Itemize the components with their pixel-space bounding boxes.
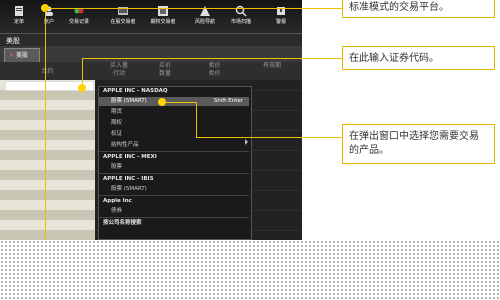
window-title: 美股 [6,37,20,45]
toolbar-options-button[interactable]: 期权交易者 [144,2,182,30]
popup-item[interactable]: 期货 [99,108,249,117]
page-tab[interactable]: ✕ 美股 [4,48,40,63]
column-header-ask[interactable]: 卖价 卖价 [187,62,243,80]
product-selector-popup: APPLE INC - NASDAQ 股票 (SMART) Shift-Ente… [98,86,252,240]
table-row[interactable] [0,220,95,230]
table-row[interactable] [0,100,95,110]
callout-leader-line [82,58,342,59]
table-row[interactable] [0,170,95,180]
column-header-buy[interactable]: 买入量 行动 [95,62,144,80]
toolbar-label: 定单 [13,19,24,25]
table-row[interactable] [0,150,95,160]
trades-icon [74,8,84,14]
table-row[interactable] [0,160,95,170]
toolbar-risk-button[interactable]: 风险导航 [188,2,222,30]
toolbar-label: 在股交易者 [110,19,136,25]
callout-leader-line [82,58,83,84]
popup-separator [99,195,249,196]
toolbar-label: 警报 [275,19,286,25]
table-row[interactable] [0,120,95,130]
column-header-bid[interactable]: 买价 数量 [143,62,188,80]
table-row[interactable] [0,110,95,120]
table-row[interactable] [0,180,95,190]
scanner-icon [235,5,247,17]
popup-separator [99,151,249,152]
toolbar-trades-button[interactable]: 交易记录 [64,2,94,30]
callout-leader-line [196,137,342,138]
popup-group-header: APPLE INC - NASDAQ [103,88,168,94]
callout-leader-line [49,8,342,9]
column-header-expiry[interactable]: 有效期 [242,62,302,80]
table-row[interactable] [0,210,95,220]
table-row[interactable] [0,140,95,150]
toolbar-account-button[interactable]: 账户 [34,2,64,30]
popup-item[interactable]: 结构性产品 [99,141,249,150]
toolbar-order-button[interactable]: 定单 [4,2,34,30]
popup-group-header: APPLE INC - MEXI [103,154,157,160]
table-row[interactable] [0,190,95,200]
callout-leader-line [45,8,46,240]
table-row[interactable] [0,230,95,240]
alert-icon [277,7,285,15]
callout-marker [78,84,86,92]
callout-platform: 标准模式的交易平台。 [342,0,495,18]
contract-list [0,80,95,240]
toolbar-label: 账户 [43,19,54,25]
callout-leader-line [166,102,196,103]
toolbar-trader-button[interactable]: 在股交易者 [104,2,142,30]
close-icon[interactable]: ✕ [9,52,14,59]
options-icon [158,6,168,16]
popup-separator [99,173,249,174]
popup-item[interactable]: 债券 [99,207,249,216]
callout-product-select: 在弹出窗口中选择您需要交易的产品。 [342,124,495,164]
popup-item[interactable]: 期权 [99,119,249,128]
popup-item-shortcut: Shift-Enter [213,98,243,104]
table-row[interactable] [0,130,95,140]
toolbar-label: 市场扫描 [230,19,251,25]
table-row[interactable] [0,200,95,210]
risk-icon [200,6,210,16]
page-tab-label: 美股 [16,52,29,59]
popup-item-label: 股票 (SMART) [111,98,147,104]
popup-group-header: Apple Inc [103,198,132,204]
callout-symbol-entry: 在此输入证券代码。 [342,46,495,70]
callout-marker [158,98,166,106]
popup-item[interactable]: 股票 [99,163,249,172]
toolbar-label: 交易记录 [68,19,89,25]
callout-leader-line [196,102,197,137]
dotted-background [0,240,500,300]
toolbar-scanner-button[interactable]: 市场扫描 [224,2,258,30]
popup-item[interactable]: 股票 (SMART) [99,185,249,194]
trader-icon [118,7,128,15]
column-header-label: 合约 [41,68,54,75]
popup-group-header: APPLE INC - IBIS [103,176,154,182]
toolbar-alert-button[interactable]: 警报 [266,2,296,30]
toolbar-label: 期权交易者 [150,19,176,25]
popup-search-by-name[interactable]: 按公司名称搜索 [99,219,249,228]
toolbar-label: 风险导航 [194,19,215,25]
order-icon [15,6,23,16]
popup-separator [99,217,249,218]
